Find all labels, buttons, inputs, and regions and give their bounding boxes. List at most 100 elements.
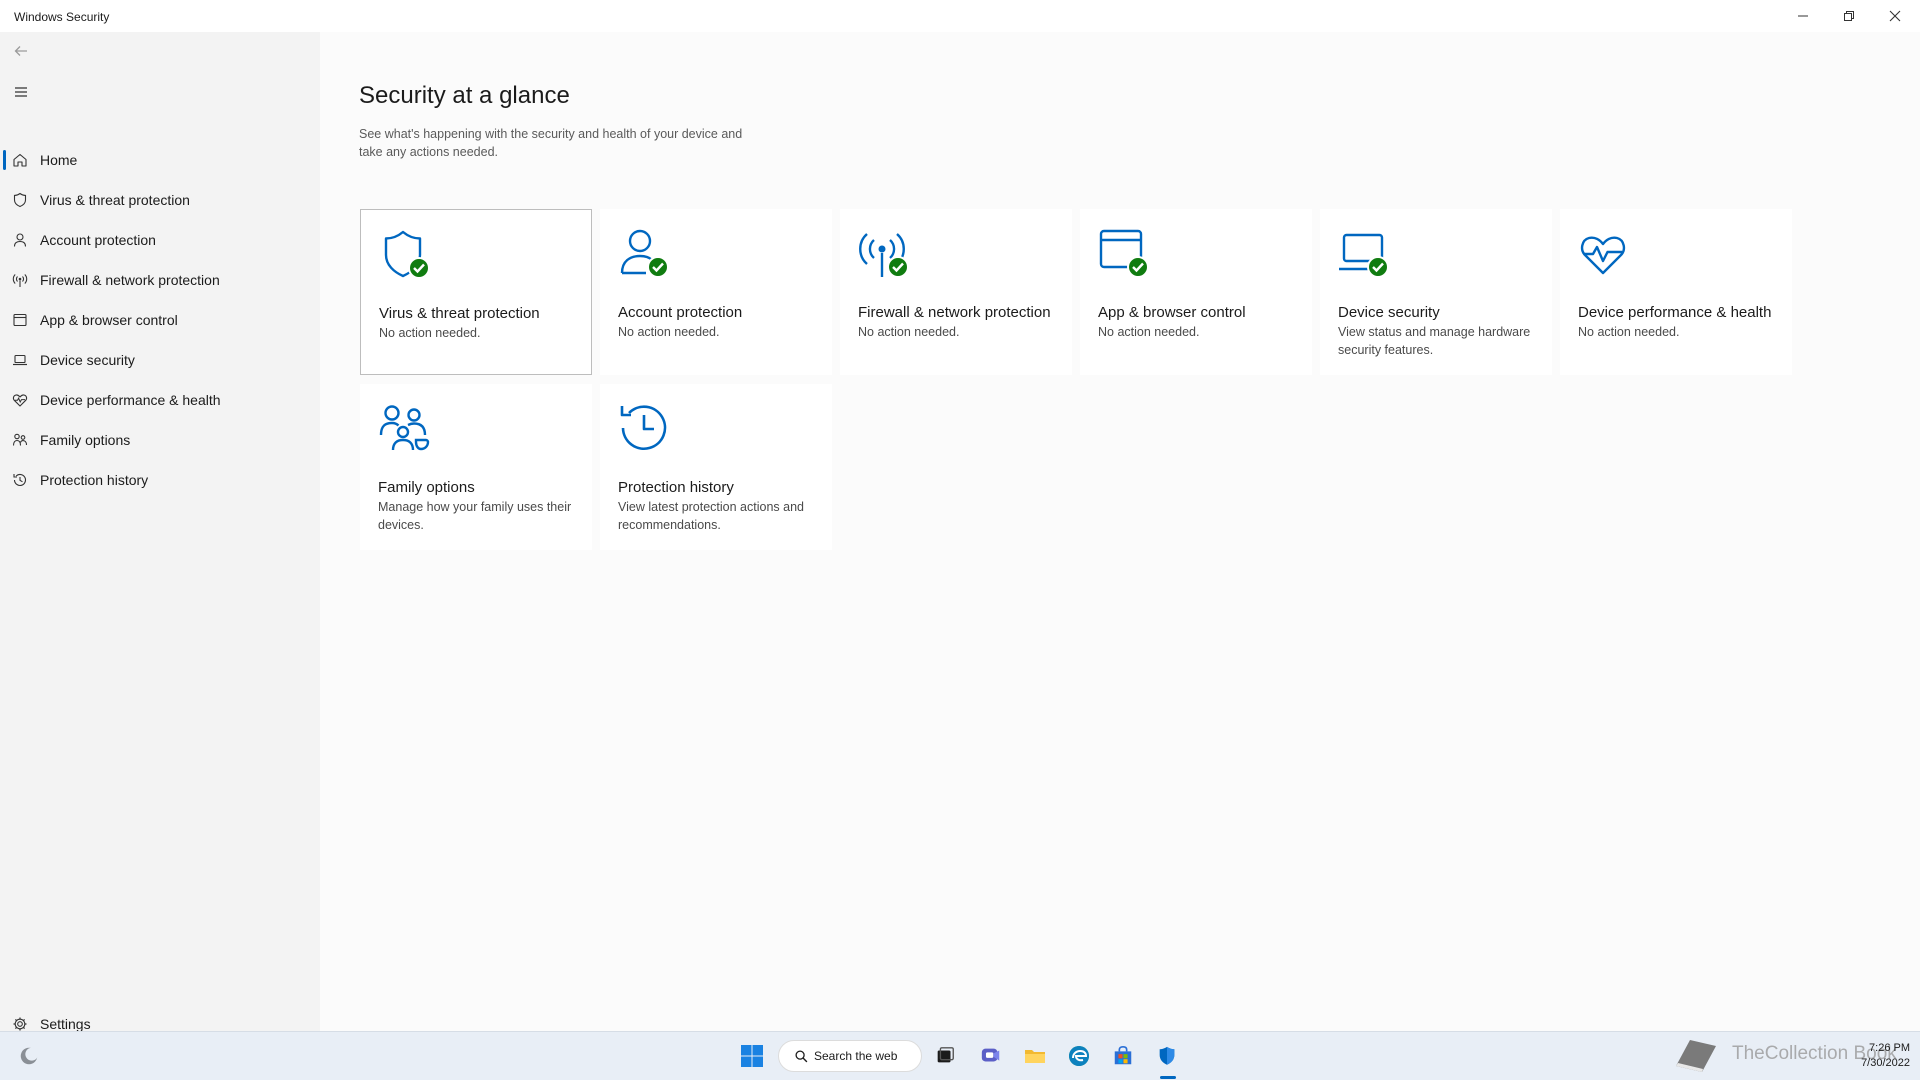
clock-time: 7:26 PM [1869, 1042, 1910, 1054]
tile-firewall-network[interactable]: Firewall & network protection No action … [840, 209, 1072, 375]
person-icon [12, 232, 28, 248]
sidebar-item-label: Family options [40, 432, 131, 448]
close-button[interactable] [1872, 0, 1918, 32]
task-view-icon[interactable] [930, 1041, 960, 1071]
restore-icon [1844, 11, 1854, 21]
history-icon [620, 405, 667, 450]
minimize-icon [1798, 15, 1808, 17]
tile-text: Account protection No action needed. [618, 303, 818, 341]
tile-text: Family options Manage how your family us… [378, 478, 578, 534]
heart-pulse-icon [12, 392, 28, 408]
close-icon [1889, 10, 1901, 22]
active-app-indicator [1160, 1076, 1176, 1079]
windows-security-taskbar-icon[interactable] [1152, 1041, 1182, 1071]
sidebar-item-device-performance[interactable]: Device performance & health [0, 380, 320, 420]
clock-date: 7/30/2022 [1861, 1057, 1910, 1069]
person-check-icon [620, 229, 669, 278]
microsoft-store-icon[interactable] [1108, 1041, 1138, 1071]
file-explorer-icon[interactable] [1020, 1041, 1050, 1071]
sidebar-item-virus-threat[interactable]: Virus & threat protection [0, 180, 320, 220]
tile-status: View latest protection actions and recom… [618, 500, 804, 532]
system-clock[interactable]: 7:26 PM 7/30/2022 [1861, 1041, 1910, 1071]
search-label: Search the web [814, 1049, 898, 1063]
tile-status: No action needed. [1578, 325, 1680, 339]
tile-title: App & browser control [1098, 304, 1246, 321]
edge-browser-icon[interactable] [1064, 1041, 1094, 1071]
start-button[interactable] [737, 1041, 767, 1071]
tile-device-security[interactable]: Device security View status and manage h… [1320, 209, 1552, 375]
app-window-icon [12, 312, 28, 328]
restore-button[interactable] [1826, 0, 1872, 32]
tile-virus-threat[interactable]: Virus & threat protection No action need… [360, 209, 592, 375]
sidebar-item-family[interactable]: Family options [0, 420, 320, 460]
widgets-weather-icon[interactable] [14, 1041, 44, 1071]
back-arrow-icon [14, 46, 27, 56]
laptop-check-icon [1339, 233, 1389, 278]
gear-icon [12, 1016, 28, 1032]
sidebar-item-home[interactable]: Home [0, 140, 320, 180]
tile-text: Firewall & network protection No action … [858, 303, 1058, 341]
tile-protection-history[interactable]: Protection history View latest protectio… [600, 384, 832, 550]
sidebar-item-device-security[interactable]: Device security [0, 340, 320, 380]
sidebar-nav: Home Virus & threat protection Account p… [0, 140, 320, 500]
shield-check-icon [384, 230, 430, 279]
tile-title: Family options [378, 479, 475, 496]
sidebar-item-label: Device performance & health [40, 392, 221, 408]
antenna-icon [12, 272, 28, 288]
page-subtitle: See what's happening with the security a… [359, 127, 743, 159]
windows-logo-icon [741, 1045, 763, 1067]
page-title: Security at a glance [359, 82, 570, 109]
family-icon [12, 432, 28, 448]
tile-title: Account protection [618, 304, 743, 321]
laptop-icon [12, 352, 28, 368]
sidebar-item-account[interactable]: Account protection [0, 220, 320, 260]
hamburger-icon [15, 87, 27, 97]
tile-status: No action needed. [379, 326, 481, 340]
tile-text: App & browser control No action needed. [1098, 303, 1298, 341]
tile-text: Virus & threat protection No action need… [379, 304, 579, 342]
taskbar-search[interactable]: Search the web [778, 1040, 922, 1072]
sidebar-item-label: Settings [40, 1016, 91, 1032]
sidebar-item-label: Account protection [40, 232, 156, 248]
tile-device-performance[interactable]: Device performance & health No action ne… [1560, 209, 1792, 375]
sidebar-item-label: Virus & threat protection [40, 192, 190, 208]
sidebar-item-app-browser[interactable]: App & browser control [0, 300, 320, 340]
back-button[interactable] [10, 40, 32, 62]
title-bar: Windows Security [0, 0, 1920, 32]
tile-family-options[interactable]: Family options Manage how your family us… [360, 384, 592, 550]
tile-status: No action needed. [618, 325, 720, 339]
tile-text: Device security View status and manage h… [1338, 303, 1538, 359]
tile-title: Device performance & health [1578, 304, 1772, 321]
book-logo-icon [1672, 1038, 1720, 1074]
family-icon [379, 405, 430, 451]
sidebar-item-label: App & browser control [40, 312, 178, 328]
tile-text: Device performance & health No action ne… [1578, 303, 1778, 341]
tile-title: Firewall & network protection [858, 304, 1051, 321]
sidebar-item-firewall[interactable]: Firewall & network protection [0, 260, 320, 300]
tile-app-browser[interactable]: App & browser control No action needed. [1080, 209, 1312, 375]
taskbar: Search the web TheCollection Book 7:26 P… [0, 1031, 1920, 1080]
sidebar-item-label: Device security [40, 352, 135, 368]
app-window-check-icon [1099, 229, 1149, 278]
tile-account-protection[interactable]: Account protection No action needed. [600, 209, 832, 375]
sidebar-item-label: Firewall & network protection [40, 272, 220, 288]
tile-title: Virus & threat protection [379, 305, 540, 322]
minimize-button[interactable] [1780, 0, 1826, 32]
sidebar: Home Virus & threat protection Account p… [0, 32, 320, 1032]
sidebar-item-history[interactable]: Protection history [0, 460, 320, 500]
tile-text: Protection history View latest protectio… [618, 478, 818, 534]
hamburger-menu-button[interactable] [10, 81, 32, 103]
chat-icon[interactable] [976, 1041, 1006, 1071]
shield-icon [12, 192, 28, 208]
sidebar-item-label: Home [40, 152, 78, 168]
antenna-check-icon [859, 233, 909, 278]
tile-title: Device security [1338, 304, 1440, 321]
heart-pulse-icon [1580, 236, 1626, 275]
sidebar-item-label: Protection history [40, 472, 149, 488]
tile-status: No action needed. [858, 325, 960, 339]
tile-status: Manage how your family uses their device… [378, 500, 572, 532]
window-title: Windows Security [14, 10, 110, 24]
history-icon [12, 472, 28, 488]
tile-status: View status and manage hardware security… [1338, 325, 1531, 357]
home-icon [12, 152, 28, 168]
